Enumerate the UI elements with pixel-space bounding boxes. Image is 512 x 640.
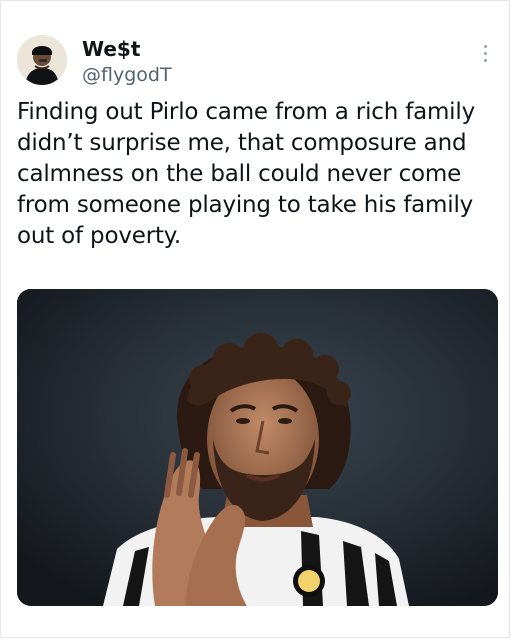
avatar[interactable] [17, 35, 67, 85]
tweet-header: We$t @flygodT [17, 35, 497, 87]
user-names: We$t @flygodT [82, 37, 172, 87]
tweet-text: Finding out Pirlo came from a rich famil… [17, 99, 475, 249]
display-name[interactable]: We$t [82, 37, 172, 61]
photo [17, 289, 498, 606]
tweet-card: We$t @flygodT Finding out Pirlo came fro… [0, 0, 510, 638]
avatar-image [17, 35, 67, 85]
more-vertical-icon[interactable] [481, 45, 489, 69]
tweet-media[interactable] [17, 289, 498, 606]
user-handle[interactable]: @flygodT [82, 63, 172, 87]
